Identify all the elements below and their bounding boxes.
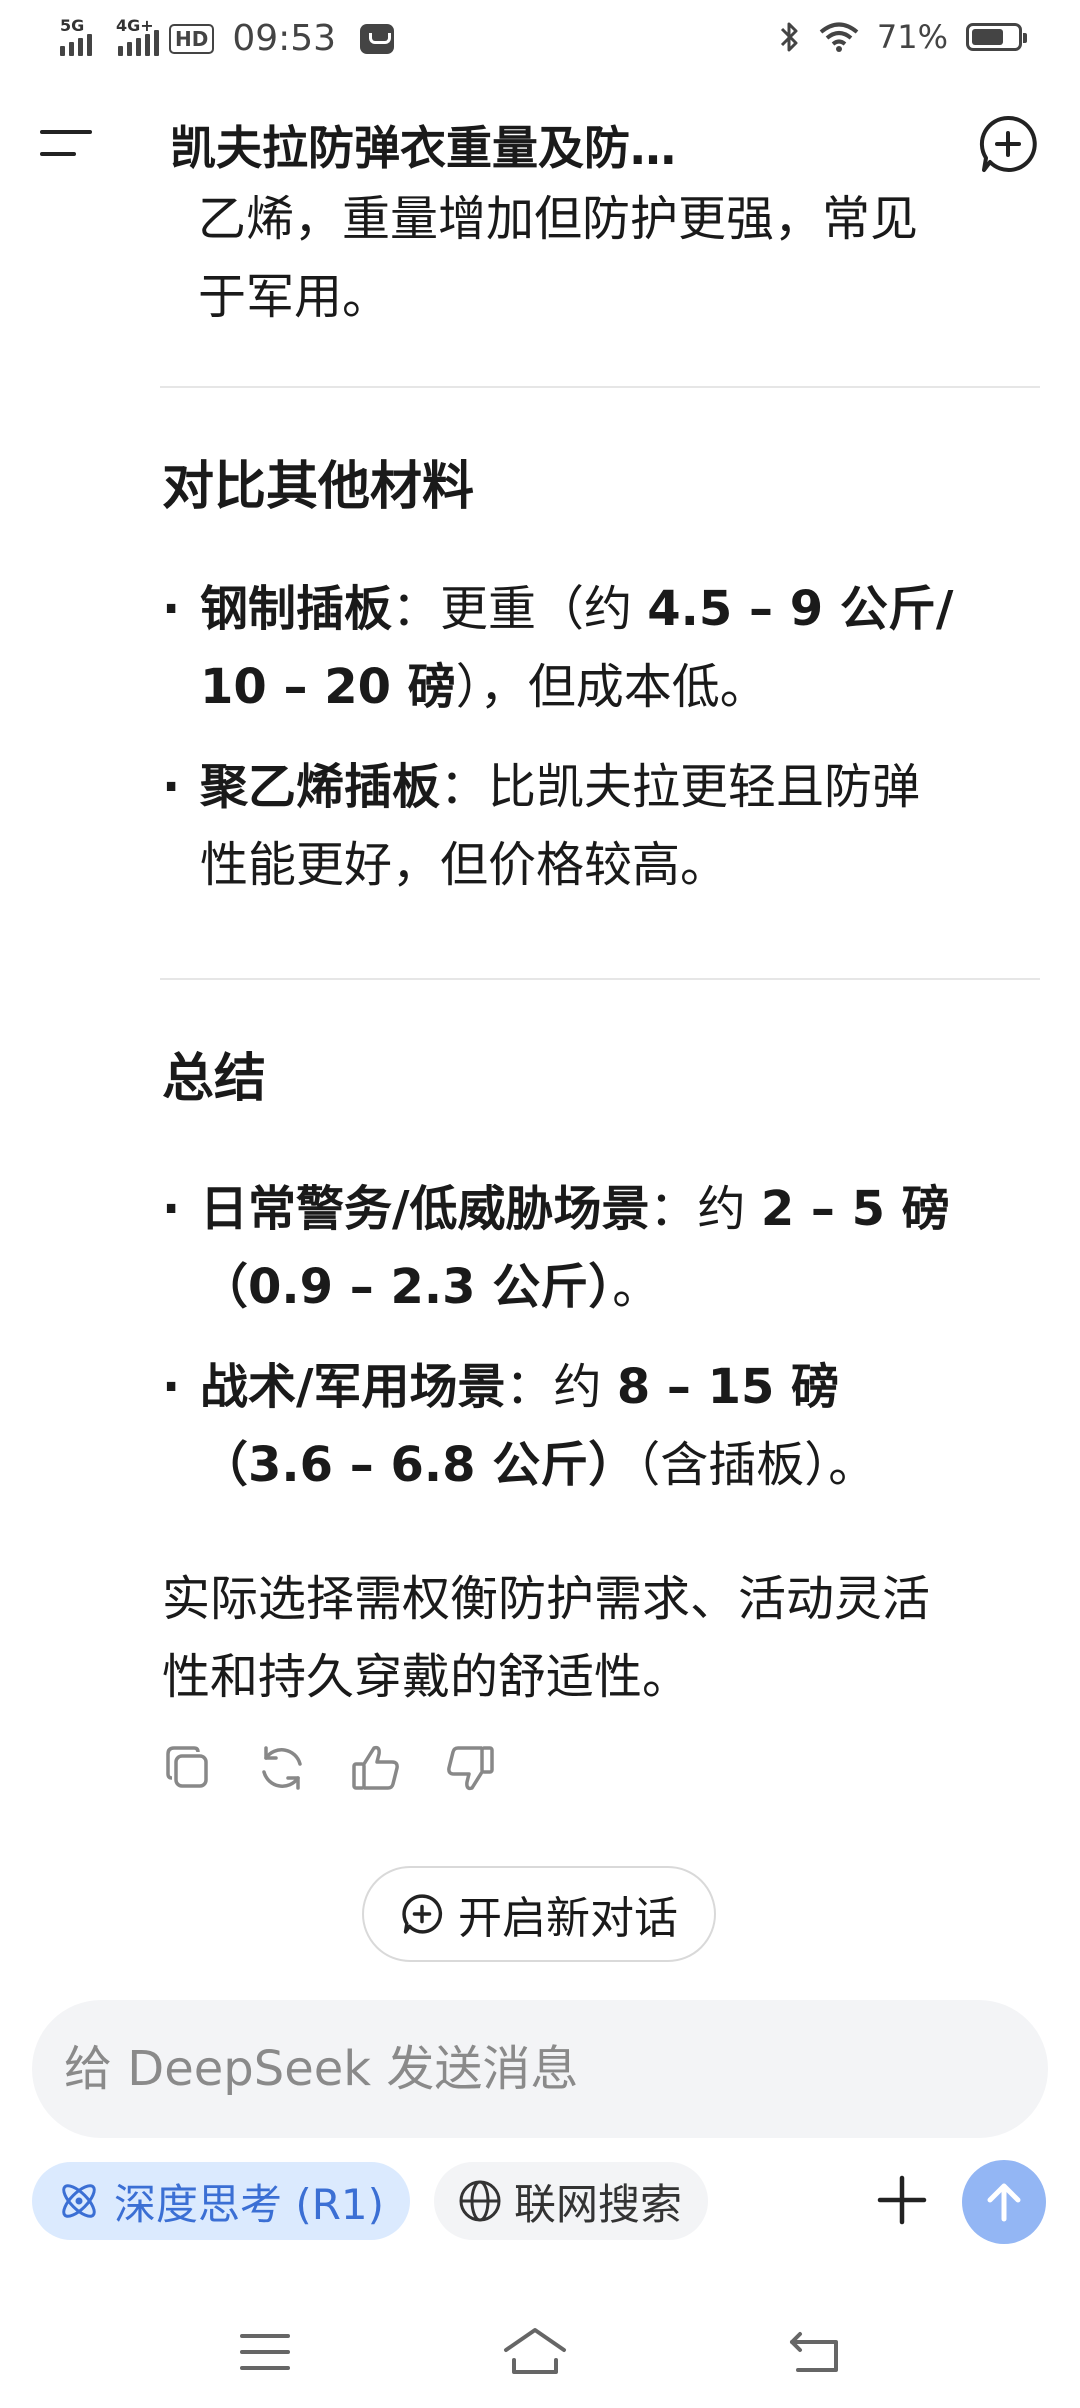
bullet-dot: ·: [162, 759, 181, 815]
message-input[interactable]: [64, 2041, 1048, 2097]
list-item: · 战术/军用场景：约 8 – 15 磅 （3.6 – 6.8 公斤）（含插板）。: [162, 1348, 1042, 1504]
continued-text-line-2: 于军用。: [198, 269, 391, 325]
list-item-value: 8 – 15 磅: [616, 1359, 840, 1415]
list-item-value: 10 – 20 磅: [200, 659, 456, 715]
bullet-dot: ·: [162, 1359, 181, 1415]
bullet-dot: ·: [162, 1181, 181, 1237]
bullet-dot: ·: [162, 581, 181, 637]
add-chat-icon: [402, 1894, 443, 1934]
list-item: · 聚乙烯插板：比凯夫拉更轻且防弹性能更好，但价格较高。: [162, 748, 1042, 904]
top-bar: 凯夫拉防弹衣重量及防…: [0, 100, 1080, 190]
battery-percent: 71%: [876, 18, 948, 56]
add-chat-icon[interactable]: [976, 112, 1040, 176]
conversation-title[interactable]: 凯夫拉防弹衣重量及防…: [170, 112, 820, 178]
list-item-value: 2 – 5 磅: [760, 1181, 950, 1237]
conclusion-line-1: 实际选择需权衡防护需求、活动灵活: [162, 1571, 931, 1627]
thumbs-down-icon[interactable]: [442, 1740, 498, 1796]
battery-icon: [966, 23, 1027, 51]
deep-think-label: 深度思考 (R1): [114, 2179, 385, 2229]
list-item-text: ：比凯夫拉更轻且防弹: [440, 759, 921, 815]
list-item-text: 。: [612, 1259, 661, 1315]
list-item-bold: 日常警务/低威胁场景: [200, 1181, 650, 1237]
thumbs-up-icon[interactable]: [348, 1740, 404, 1796]
send-button[interactable]: [962, 2160, 1046, 2244]
conclusion-line-2: 性和持久穿戴的舒适性。: [162, 1649, 691, 1705]
list-item-text: ：更重（约: [392, 581, 648, 637]
web-search-label: 联网搜索: [514, 2179, 683, 2229]
signal-4g-icon: 4G+: [116, 16, 159, 56]
new-dialog-button[interactable]: 开启新对话: [362, 1866, 716, 1962]
regenerate-icon[interactable]: [254, 1740, 310, 1796]
list-item-text: 性能更好，但价格较高。: [200, 837, 729, 893]
list-item-text: ：约: [505, 1359, 617, 1415]
plus-icon[interactable]: [872, 2170, 932, 2230]
hd-icon: HD: [169, 23, 215, 54]
signal-4g-label: 4G+: [116, 15, 154, 35]
section-divider: [160, 386, 1040, 388]
continued-text-line-1: 乙烯，重量增加但防护更强，常见: [198, 191, 919, 247]
section-divider: [160, 978, 1040, 980]
list-item-text: ：约: [649, 1181, 761, 1237]
signal-5g-label: 5G: [60, 15, 85, 35]
deep-think-toggle[interactable]: 深度思考 (R1): [32, 2162, 411, 2240]
list-item-bold: 钢制插板: [200, 581, 393, 637]
menu-icon[interactable]: [40, 122, 96, 168]
copy-icon[interactable]: [160, 1740, 216, 1796]
globe-icon: [459, 2180, 501, 2222]
list-item-text: （含插板）。: [636, 1437, 877, 1493]
arrow-up-icon: [987, 2183, 1021, 2222]
system-navigation-bar: [0, 2300, 1080, 2408]
home-icon[interactable]: [500, 2322, 570, 2382]
section-heading-comparison: 对比其他材料: [162, 457, 475, 517]
new-dialog-label: 开启新对话: [458, 1893, 678, 1944]
web-search-toggle[interactable]: 联网搜索: [434, 2162, 709, 2240]
list-item-text: ），但成本低。: [455, 659, 768, 715]
list-item-value: （3.6 – 6.8 公斤）: [200, 1437, 637, 1493]
message-input-container[interactable]: [32, 2000, 1048, 2138]
message-actions: [160, 1740, 498, 1796]
status-time: 09:53: [232, 18, 337, 59]
list-item: · 钢制插板：更重（约 4.5 – 9 公斤/10 – 20 磅），但成本低。: [162, 570, 1042, 726]
recent-apps-icon[interactable]: [230, 2322, 300, 2382]
list-item-value: 4.5 – 9 公斤/: [647, 581, 954, 637]
atom-icon: [62, 2184, 96, 2218]
list-item-bold: 战术/军用场景: [200, 1359, 506, 1415]
wifi-icon: [819, 22, 859, 52]
signal-5g-icon: 5G: [60, 16, 92, 56]
list-item: · 日常警务/低威胁场景：约 2 – 5 磅 （0.9 – 2.3 公斤）。: [162, 1170, 1042, 1326]
message-notification-icon: [360, 23, 395, 54]
section-heading-summary: 总结: [162, 1049, 267, 1109]
list-item-bold: 聚乙烯插板: [200, 759, 441, 815]
list-item-value: （0.9 – 2.3 公斤）: [200, 1259, 613, 1315]
bluetooth-icon: [780, 22, 798, 52]
back-icon[interactable]: [780, 2322, 850, 2382]
status-bar: 5G 4G+ HD 09:53 71%: [0, 0, 1080, 86]
